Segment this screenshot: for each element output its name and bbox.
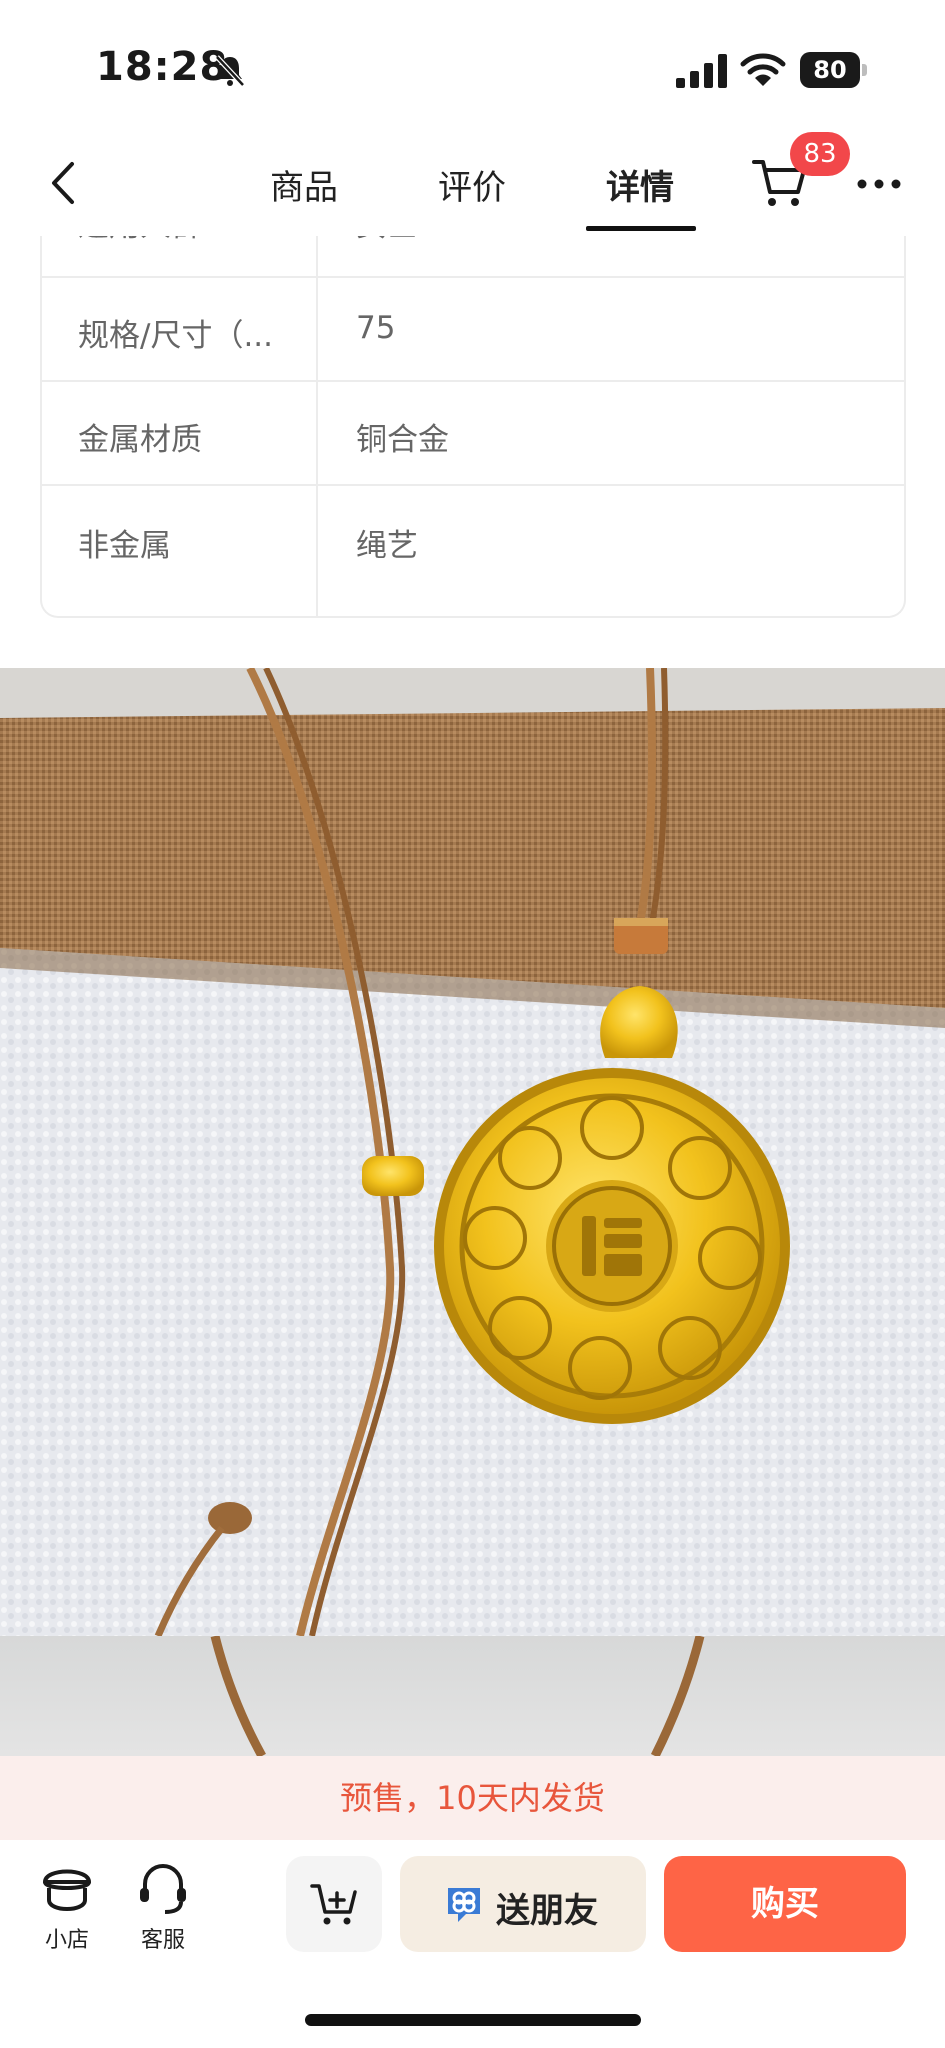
- battery-icon: 80: [800, 52, 868, 88]
- more-icon[interactable]: [856, 178, 902, 190]
- gold-pendant-necklace-photo: [0, 668, 945, 1636]
- spec-row: 规格/尺寸（... 75: [42, 278, 904, 382]
- tab-reviews[interactable]: 评价: [438, 160, 506, 209]
- bottom-action-bar: 小店 客服 送朋友 购买: [0, 1840, 945, 2048]
- status-time: 18:28: [96, 44, 229, 90]
- spec-value: 绳艺: [356, 528, 418, 564]
- presale-banner: 预售，10天内发货: [0, 1756, 945, 1840]
- tab-product[interactable]: 商品: [270, 160, 338, 209]
- add-to-cart-button[interactable]: [286, 1856, 382, 1952]
- shop-label: 小店: [44, 1928, 89, 1953]
- wifi-icon: [740, 53, 786, 86]
- nav-bar: 商品 评价 详情 83: [0, 130, 945, 236]
- spec-row: 非金属 绳艺: [42, 486, 904, 616]
- spec-key: 金属材质: [78, 422, 202, 458]
- send-to-friend-button[interactable]: 送朋友: [400, 1856, 646, 1952]
- service-label: 客服: [140, 1928, 185, 1953]
- battery-level: 80: [800, 52, 860, 88]
- spec-table: 适用人群 女士 规格/尺寸（... 75 金属材质 铜合金 非金属 绳艺: [40, 180, 906, 618]
- spec-value: 铜合金: [356, 422, 449, 458]
- send-to-friend-label: 送朋友: [496, 1891, 598, 1931]
- add-to-cart-icon: [310, 1884, 357, 1925]
- spec-key: 非金属: [78, 528, 171, 564]
- cellular-signal-icon: [676, 54, 727, 88]
- spec-value: 75: [356, 310, 396, 346]
- buy-button[interactable]: 购买: [664, 1856, 906, 1952]
- next-product-image-peek: [0, 1636, 945, 1756]
- headset-icon: [140, 1864, 186, 1914]
- cart-count-badge: 83: [790, 132, 850, 176]
- status-bar: 18:28 80: [0, 0, 945, 130]
- customer-service-button[interactable]: 客服: [118, 1860, 208, 1970]
- tab-details[interactable]: 详情: [606, 160, 674, 209]
- spec-key: 规格/尺寸（...: [78, 318, 274, 354]
- battery-cap: [862, 64, 867, 76]
- shop-icon: [43, 1869, 91, 1911]
- back-icon[interactable]: [44, 158, 84, 208]
- cord-photo-fragment: [210, 1636, 705, 1756]
- gift-chat-icon: [448, 1888, 480, 1922]
- shop-button[interactable]: 小店: [22, 1860, 112, 1970]
- home-indicator: [305, 2014, 641, 2026]
- spec-row: 金属材质 铜合金: [42, 382, 904, 486]
- bell-muted-icon: [215, 55, 245, 87]
- product-detail-image: [0, 668, 945, 1636]
- active-tab-indicator: [586, 226, 696, 231]
